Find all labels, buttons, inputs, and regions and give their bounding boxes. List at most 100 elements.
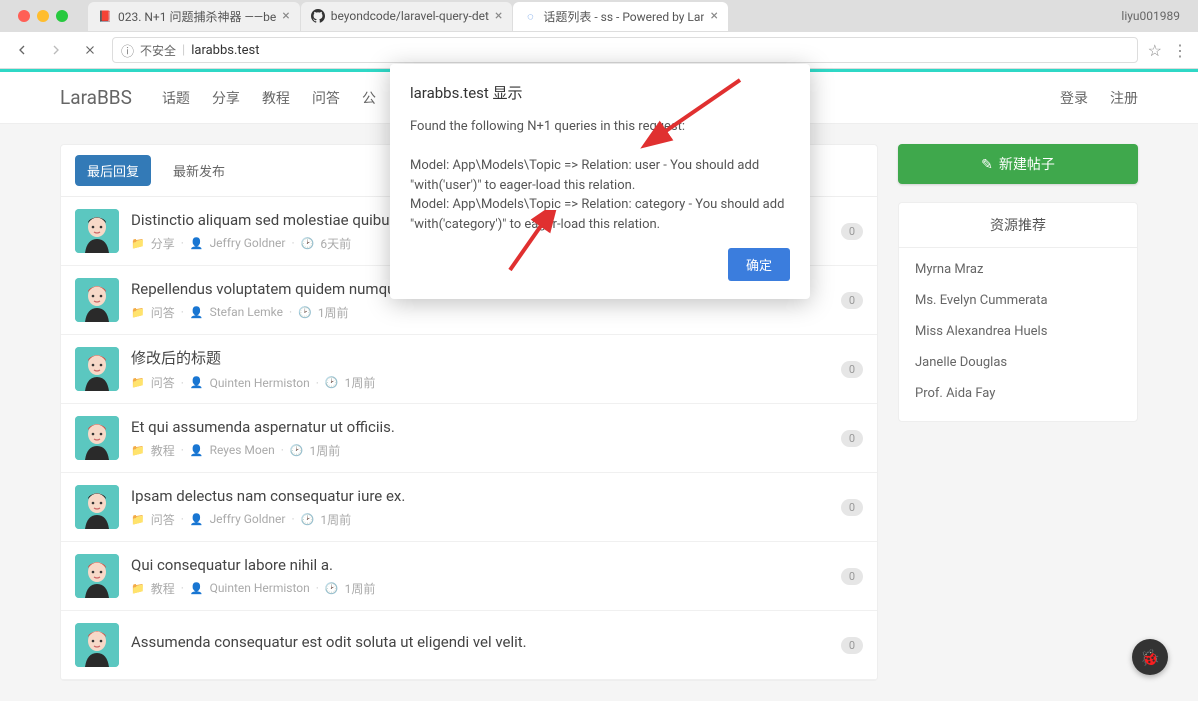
folder-icon: 📁 bbox=[131, 306, 145, 319]
window-close-icon[interactable] bbox=[18, 10, 30, 22]
tab-title: beyondcode/laravel-query-det bbox=[331, 9, 489, 23]
nav-back-button[interactable] bbox=[10, 38, 34, 62]
nav-item-tutorials[interactable]: 教程 bbox=[262, 88, 290, 108]
resource-user-link[interactable]: Miss Alexandrea Huels bbox=[915, 316, 1121, 347]
topic-time: 6天前 bbox=[320, 235, 351, 252]
nav-item-topics[interactable]: 话题 bbox=[162, 88, 190, 108]
window-minimize-icon[interactable] bbox=[37, 10, 49, 22]
card-title: 资源推荐 bbox=[899, 203, 1137, 248]
avatar[interactable] bbox=[75, 278, 119, 322]
tab-favicon-icon bbox=[311, 9, 325, 23]
new-post-button[interactable]: ✎ 新建帖子 bbox=[898, 144, 1138, 184]
avatar[interactable] bbox=[75, 416, 119, 460]
topic-title[interactable]: 修改后的标题 bbox=[131, 347, 829, 368]
menu-icon[interactable]: ⋮ bbox=[1172, 41, 1188, 60]
avatar[interactable] bbox=[75, 623, 119, 667]
pencil-icon: ✎ bbox=[981, 156, 993, 173]
avatar[interactable] bbox=[75, 209, 119, 253]
tab-favicon-icon: 📕 bbox=[98, 9, 112, 23]
clock-icon: 🕑 bbox=[290, 444, 304, 457]
new-post-label: 新建帖子 bbox=[999, 154, 1055, 174]
topic-item[interactable]: 修改后的标题 📁问答 · 👤Quinten Hermiston · 🕑1周前 0 bbox=[61, 335, 877, 404]
topic-time: 1周前 bbox=[345, 580, 376, 597]
resource-user-link[interactable]: Janelle Douglas bbox=[915, 347, 1121, 378]
topic-title[interactable]: Qui consequatur labore nihil a. bbox=[131, 556, 829, 574]
nav-stop-button[interactable] bbox=[78, 38, 102, 62]
browser-tab[interactable]: 📕 023. N+1 问题捕杀神器 ——be × bbox=[88, 2, 300, 31]
browser-tab[interactable]: ◌ 话题列表 - ss - Powered by Lar × bbox=[513, 2, 728, 31]
dialog-ok-button[interactable]: 确定 bbox=[728, 248, 790, 281]
topic-item[interactable]: Assumenda consequatur est odit soluta ut… bbox=[61, 611, 877, 680]
filter-tab-newest[interactable]: 最新发布 bbox=[161, 155, 237, 186]
debug-fab[interactable]: 🐞 bbox=[1132, 639, 1168, 675]
topic-category[interactable]: 问答 bbox=[151, 511, 175, 528]
star-icon[interactable]: ☆ bbox=[1148, 41, 1162, 60]
clock-icon: 🕑 bbox=[325, 376, 339, 389]
topic-time: 1周前 bbox=[310, 442, 341, 459]
topic-author[interactable]: Reyes Moen bbox=[210, 443, 275, 457]
clock-icon: 🕑 bbox=[301, 237, 315, 250]
topic-time: 1周前 bbox=[345, 374, 376, 391]
topic-title[interactable]: Assumenda consequatur est odit soluta ut… bbox=[131, 633, 829, 651]
topic-meta: 📁问答 · 👤Stefan Lemke · 🕑1周前 bbox=[131, 304, 829, 321]
folder-icon: 📁 bbox=[131, 444, 145, 457]
reply-count-badge: 0 bbox=[841, 430, 863, 447]
topic-title[interactable]: Et qui assumenda aspernatur ut officiis. bbox=[131, 418, 829, 436]
brand-logo[interactable]: LaraBBS bbox=[60, 86, 132, 109]
topic-author[interactable]: Jeffry Goldner bbox=[210, 236, 286, 250]
bug-icon: 🐞 bbox=[1140, 648, 1160, 667]
topic-title[interactable]: Ipsam delectus nam consequatur iure ex. bbox=[131, 487, 829, 505]
tab-close-icon[interactable]: × bbox=[282, 8, 289, 24]
topic-category[interactable]: 问答 bbox=[151, 374, 175, 391]
info-icon: ⓘ bbox=[121, 41, 134, 60]
url-text: larabbs.test bbox=[191, 43, 259, 58]
resource-user-link[interactable]: Myrna Mraz bbox=[915, 254, 1121, 285]
topic-author[interactable]: Stefan Lemke bbox=[210, 305, 283, 319]
reply-count-badge: 0 bbox=[841, 568, 863, 585]
topic-time: 1周前 bbox=[320, 511, 351, 528]
avatar[interactable] bbox=[75, 554, 119, 598]
login-link[interactable]: 登录 bbox=[1060, 88, 1088, 108]
browser-chrome: 📕 023. N+1 问题捕杀神器 ——be × beyondcode/lara… bbox=[0, 0, 1198, 69]
nav-item-share[interactable]: 分享 bbox=[212, 88, 240, 108]
user-icon: 👤 bbox=[190, 513, 204, 526]
resources-card: 资源推荐 Myrna MrazMs. Evelyn CummerataMiss … bbox=[898, 202, 1138, 422]
topic-author[interactable]: Jeffry Goldner bbox=[210, 512, 286, 526]
side-column: ✎ 新建帖子 资源推荐 Myrna MrazMs. Evelyn Cummera… bbox=[898, 144, 1138, 681]
topic-category[interactable]: 问答 bbox=[151, 304, 175, 321]
dialog-title: larabbs.test 显示 bbox=[410, 82, 790, 103]
topic-body: 修改后的标题 📁问答 · 👤Quinten Hermiston · 🕑1周前 bbox=[131, 347, 829, 391]
topic-item[interactable]: Ipsam delectus nam consequatur iure ex. … bbox=[61, 473, 877, 542]
topic-category[interactable]: 教程 bbox=[151, 580, 175, 597]
nav-item-more[interactable]: 公 bbox=[362, 88, 376, 108]
nav-item-qa[interactable]: 问答 bbox=[312, 88, 340, 108]
avatar[interactable] bbox=[75, 347, 119, 391]
user-icon: 👤 bbox=[190, 376, 204, 389]
topic-meta: 📁教程 · 👤Reyes Moen · 🕑1周前 bbox=[131, 442, 829, 459]
topic-category[interactable]: 分享 bbox=[151, 235, 175, 252]
alert-dialog: larabbs.test 显示 Found the following N+1 … bbox=[390, 64, 810, 299]
tab-close-icon[interactable]: × bbox=[495, 8, 502, 24]
topic-item[interactable]: Qui consequatur labore nihil a. 📁教程 · 👤Q… bbox=[61, 542, 877, 611]
window-maximize-icon[interactable] bbox=[56, 10, 68, 22]
avatar[interactable] bbox=[75, 485, 119, 529]
tab-title: 话题列表 - ss - Powered by Lar bbox=[543, 8, 704, 25]
topic-category[interactable]: 教程 bbox=[151, 442, 175, 459]
tab-close-icon[interactable]: × bbox=[710, 8, 717, 24]
resource-user-link[interactable]: Prof. Aida Fay bbox=[915, 378, 1121, 409]
filter-tab-last-reply[interactable]: 最后回复 bbox=[75, 155, 151, 186]
browser-profile[interactable]: liyu001989 bbox=[1121, 9, 1180, 23]
browser-tab[interactable]: beyondcode/laravel-query-det × bbox=[301, 2, 513, 31]
topic-time: 1周前 bbox=[318, 304, 349, 321]
resource-user-link[interactable]: Ms. Evelyn Cummerata bbox=[915, 285, 1121, 316]
user-icon: 👤 bbox=[190, 444, 204, 457]
topic-author[interactable]: Quinten Hermiston bbox=[210, 376, 310, 390]
topic-author[interactable]: Quinten Hermiston bbox=[210, 581, 310, 595]
register-link[interactable]: 注册 bbox=[1110, 88, 1138, 108]
reply-count-badge: 0 bbox=[841, 361, 863, 378]
nav-forward-button[interactable] bbox=[44, 38, 68, 62]
topic-item[interactable]: Et qui assumenda aspernatur ut officiis.… bbox=[61, 404, 877, 473]
folder-icon: 📁 bbox=[131, 513, 145, 526]
url-field[interactable]: ⓘ 不安全 | larabbs.test bbox=[112, 37, 1138, 63]
topic-meta: 📁问答 · 👤Jeffry Goldner · 🕑1周前 bbox=[131, 511, 829, 528]
